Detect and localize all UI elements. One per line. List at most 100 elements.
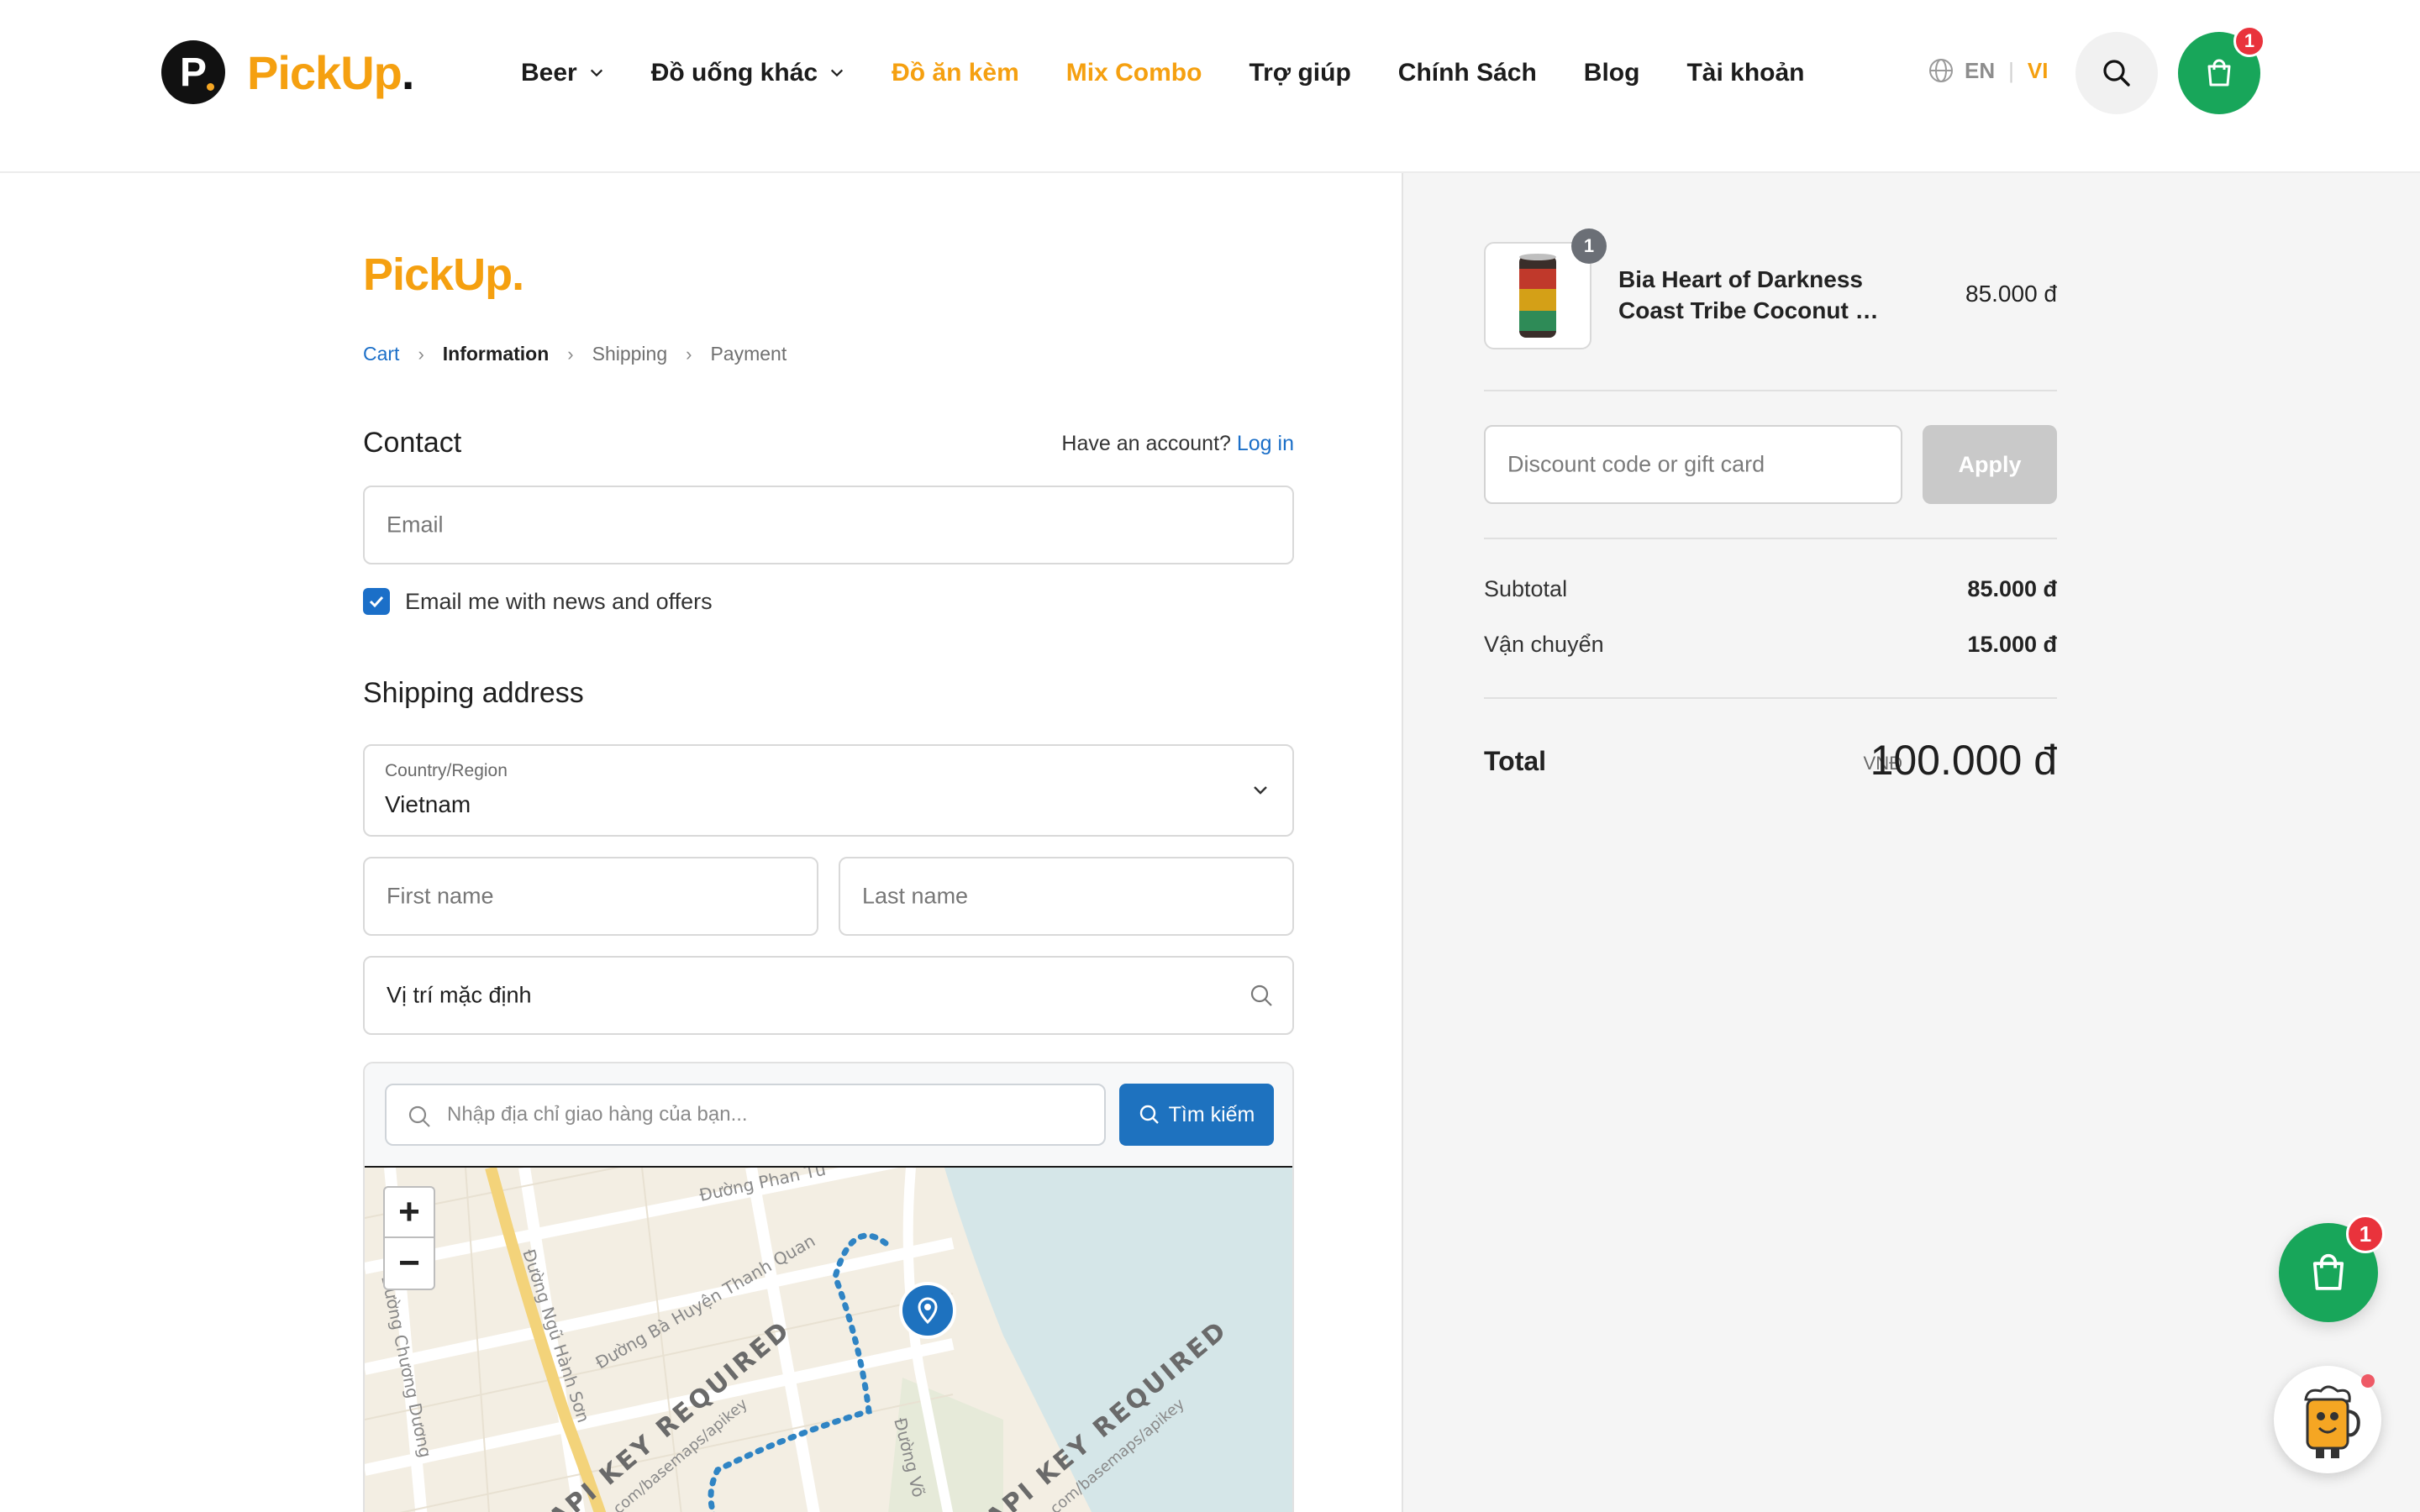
nav-item-label: Tài khoản — [1686, 59, 1805, 87]
product-name-line2: Coast Tribe Coconut &... — [1618, 297, 1887, 323]
breadcrumb: Cart › Information › Shipping › Payment — [363, 343, 786, 365]
location-value: Vị trí mặc định — [387, 982, 532, 1008]
store-location-pin-icon — [899, 1282, 956, 1339]
chevron-down-icon — [1254, 786, 1267, 795]
lang-separator: | — [2008, 57, 2014, 83]
nav-item-label: Mix Combo — [1065, 59, 1202, 87]
logo-name: PickUp — [247, 45, 402, 99]
map-canvas[interactable]: Đường Phan Tứ Đường Bà Huyện Thanh Quan … — [365, 1168, 1294, 1512]
floating-cart-button[interactable]: 1 — [2279, 1215, 2385, 1322]
total-label: Total — [1484, 746, 1547, 776]
logo-period: . — [401, 45, 415, 99]
logo-badge: P — [161, 40, 225, 104]
last-name-placeholder: Last name — [862, 883, 969, 909]
zoom-out-button[interactable]: − — [385, 1238, 434, 1289]
map-zoom-control: + − — [383, 1186, 435, 1290]
address-search-button[interactable]: Tìm kiếm — [1119, 1084, 1274, 1146]
site-header: P PickUp. Beer Đồ uống khác Đồ ăn kèm Mi… — [0, 0, 2420, 173]
logo-badge-letter: P — [179, 50, 207, 95]
subtotal-value: 85.000 đ — [1967, 576, 2057, 601]
nav-item-label: Đồ uống khác — [650, 59, 818, 87]
nav-item-label: Trợ giúp — [1249, 59, 1351, 87]
have-account-text: Have an account? Log in — [1061, 432, 1294, 456]
summary-divider — [1484, 538, 2057, 539]
checkout-logo[interactable]: PickUp. — [363, 249, 524, 301]
email-field[interactable]: Email — [363, 486, 1294, 564]
nav-item-other-drinks[interactable]: Đồ uống khác — [651, 59, 844, 87]
apply-discount-button[interactable]: Apply — [1923, 425, 2057, 504]
shopping-bag-icon — [2207, 59, 2231, 87]
beer-can-image — [1519, 254, 1556, 338]
newsletter-checkbox[interactable] — [363, 588, 390, 615]
email-placeholder: Email — [387, 512, 444, 538]
delivery-map-widget: Nhập địa chỉ giao hàng của bạn... Tìm ki… — [363, 1062, 1294, 1512]
search-icon — [2103, 60, 2130, 87]
map-search-bar: Nhập địa chỉ giao hàng của bạn... Tìm ki… — [365, 1063, 1292, 1168]
chevron-right-icon: › — [418, 343, 424, 365]
first-name-placeholder: First name — [387, 883, 494, 909]
nav-item-policy[interactable]: Chính Sách — [1398, 59, 1537, 87]
zoom-in-button[interactable]: + — [385, 1188, 434, 1238]
notification-dot — [2361, 1374, 2375, 1388]
newsletter-label[interactable]: Email me with news and offers — [405, 589, 713, 615]
shopping-bag-icon — [2312, 1253, 2344, 1290]
header-cart-button[interactable]: 1 — [2178, 25, 2265, 114]
breadcrumb-shipping: Shipping — [592, 343, 668, 365]
nav-item-blog[interactable]: Blog — [1584, 59, 1640, 87]
search-icon — [1250, 984, 1272, 1006]
breadcrumb-payment: Payment — [710, 343, 787, 365]
summary-divider — [1484, 390, 2057, 391]
cart-count-badge: 1 — [2233, 25, 2265, 57]
summary-divider — [1484, 697, 2057, 699]
country-select[interactable]: Country/Region Vietnam — [363, 744, 1294, 837]
shipping-address-heading: Shipping address — [363, 677, 584, 709]
floating-cart-count-badge: 1 — [2346, 1215, 2385, 1253]
country-label: Country/Region — [385, 761, 508, 780]
lang-vi-link[interactable]: VI — [2028, 58, 2049, 84]
address-search-button-label: Tìm kiếm — [1168, 1102, 1255, 1126]
nav-item-beer[interactable]: Beer — [521, 59, 604, 87]
language-switcher: EN | VI — [1928, 57, 2048, 84]
chevron-right-icon: › — [686, 343, 692, 365]
breadcrumb-information: Information — [442, 343, 550, 365]
product-price: 85.000 đ — [1965, 281, 2057, 307]
breadcrumb-cart[interactable]: Cart — [363, 343, 399, 365]
nav-item-label: Beer — [521, 59, 577, 87]
site-logo[interactable]: P PickUp. — [161, 40, 415, 104]
globe-icon — [1929, 59, 1953, 82]
nav-item-label: Blog — [1583, 59, 1640, 87]
search-icon — [408, 1105, 430, 1127]
shipping-fee-label: Vận chuyển — [1484, 632, 1604, 657]
subtotal-label: Subtotal — [1484, 576, 1568, 601]
chevron-down-icon — [830, 69, 844, 77]
search-icon — [1139, 1105, 1159, 1124]
location-field[interactable]: Vị trí mặc định — [363, 956, 1294, 1035]
nav-item-snacks[interactable]: Đồ ăn kèm — [892, 59, 1019, 87]
first-name-field[interactable]: First name — [363, 857, 818, 936]
nav-item-label: Chính Sách — [1397, 59, 1537, 87]
order-summary-panel — [1402, 173, 2420, 1512]
contact-heading: Contact — [363, 427, 462, 459]
chat-mascot-button[interactable] — [2274, 1366, 2381, 1473]
header-search-button[interactable] — [2075, 32, 2158, 114]
total-value: 100.000 đ — [1870, 737, 2057, 784]
nav-item-mix-combo[interactable]: Mix Combo — [1066, 59, 1202, 87]
country-value: Vietnam — [385, 791, 471, 817]
login-link[interactable]: Log in — [1237, 432, 1294, 455]
nav-item-account[interactable]: Tài khoản — [1686, 59, 1804, 87]
chevron-right-icon: › — [567, 343, 574, 365]
nav-item-label: Đồ ăn kèm — [892, 59, 1019, 87]
product-name-line1: Bia Heart of Darkness — [1618, 266, 1864, 292]
nav-item-help[interactable]: Trợ giúp — [1249, 59, 1350, 87]
product-name: Bia Heart of Darkness Coast Tribe Coconu… — [1618, 264, 1921, 326]
last-name-field[interactable]: Last name — [839, 857, 1294, 936]
discount-placeholder: Discount code or gift card — [1507, 451, 1765, 477]
checkmark-icon — [369, 596, 384, 608]
product-quantity-badge: 1 — [1571, 228, 1607, 264]
discount-code-input[interactable]: Discount code or gift card — [1484, 425, 1902, 504]
address-search-input[interactable]: Nhập địa chỉ giao hàng của bạn... — [385, 1084, 1106, 1146]
newsletter-option: Email me with news and offers — [363, 588, 713, 615]
logo-wordmark: PickUp. — [247, 45, 415, 100]
address-search-placeholder: Nhập địa chỉ giao hàng của bạn... — [447, 1103, 748, 1126]
lang-en-link[interactable]: EN — [1965, 58, 1995, 84]
